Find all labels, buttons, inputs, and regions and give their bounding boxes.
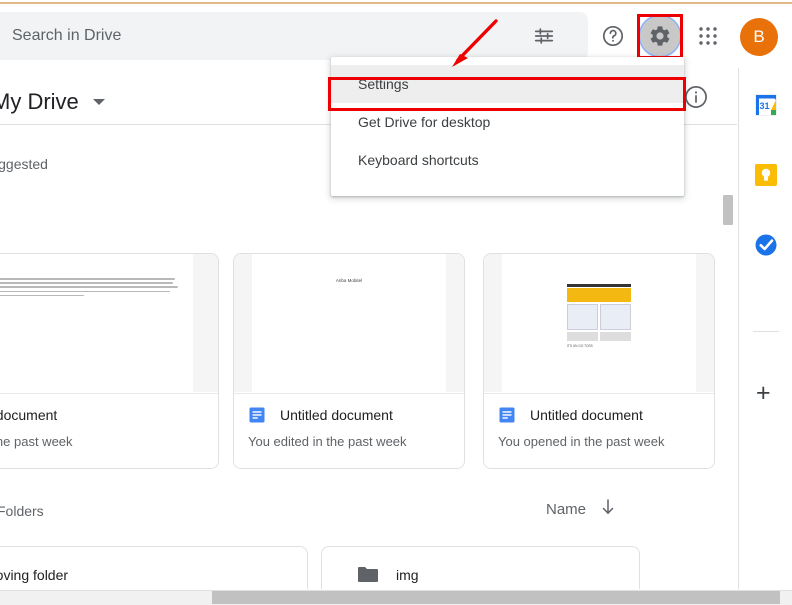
- menu-item-settings[interactable]: Settings: [331, 65, 684, 103]
- file-card[interactable]: ITS UN GO TOSS Untitled document You ope…: [483, 253, 715, 469]
- file-thumbnail: What is Lorem Ipsum?: [0, 254, 218, 392]
- file-subtitle: You edited in the past week: [0, 434, 73, 449]
- file-title: Untitled document: [530, 407, 643, 423]
- thumbnail-heading: Ariba Mobitel: [335, 278, 363, 283]
- folder-card[interactable]: moving folder: [0, 546, 308, 589]
- google-tasks-icon[interactable]: [754, 233, 778, 257]
- side-panel: 31 +: [738, 68, 792, 589]
- suggested-section-label: Suggested: [0, 156, 48, 172]
- sort-control[interactable]: Name: [546, 498, 616, 521]
- drive-page: B My Drive Suggested What is Lorem Ipsum…: [0, 0, 792, 605]
- file-subtitle: You edited in the past week: [248, 434, 407, 449]
- folder-icon: [358, 567, 378, 582]
- add-shortcut-button[interactable]: +: [756, 381, 771, 406]
- menu-item-get-drive-for-desktop[interactable]: Get Drive for desktop: [331, 103, 684, 141]
- info-icon[interactable]: [683, 84, 709, 110]
- menu-item-keyboard-shortcuts[interactable]: Keyboard shortcuts: [331, 141, 684, 179]
- avatar-letter: B: [753, 27, 765, 46]
- search-options-icon[interactable]: [530, 22, 558, 50]
- file-meta: sharing document You edited in the past …: [0, 393, 218, 468]
- arrow-down-icon: [600, 498, 616, 521]
- google-docs-icon: [249, 407, 265, 423]
- vertical-scrollbar-thumb[interactable]: [723, 195, 733, 225]
- file-title: Untitled document: [280, 407, 393, 423]
- svg-text:31: 31: [759, 101, 769, 111]
- thumbnail-heading: What is Lorem Ipsum?: [0, 268, 183, 274]
- google-keep-icon[interactable]: [754, 163, 778, 187]
- chevron-down-icon[interactable]: [92, 99, 105, 105]
- vertical-scrollbar-track[interactable]: [722, 180, 735, 589]
- file-thumbnail: Ariba Mobitel: [234, 254, 464, 392]
- help-icon[interactable]: [593, 16, 633, 56]
- file-meta: Untitled document You opened in the past…: [484, 393, 714, 468]
- folders-section-label: Folders: [0, 503, 44, 519]
- settings-menu: Settings Get Drive for desktop Keyboard …: [331, 57, 684, 196]
- folder-name: img: [396, 566, 419, 583]
- file-title: sharing document: [0, 407, 58, 423]
- avatar[interactable]: B: [740, 18, 778, 56]
- webpage-preview: ITS UN GO TOSS: [567, 284, 631, 348]
- search-bar[interactable]: [0, 12, 588, 60]
- sort-label: Name: [546, 501, 587, 518]
- folder-card[interactable]: img: [321, 546, 640, 589]
- file-thumbnail: ITS UN GO TOSS: [484, 254, 714, 392]
- thumbnail-caption: ITS UN GO TOSS: [567, 344, 593, 348]
- page-title[interactable]: My Drive: [0, 89, 79, 115]
- horizontal-scrollbar-thumb[interactable]: [212, 591, 780, 604]
- apps-grid-icon[interactable]: [688, 16, 728, 56]
- folder-name: moving folder: [0, 566, 69, 583]
- settings-gear-button[interactable]: [640, 16, 680, 56]
- file-subtitle: You opened in the past week: [498, 434, 665, 449]
- rail-divider: [753, 331, 779, 332]
- google-calendar-icon[interactable]: 31: [754, 93, 778, 117]
- file-meta: Untitled document You edited in the past…: [234, 393, 464, 468]
- file-card[interactable]: What is Lorem Ipsum? sharing: [0, 253, 219, 469]
- google-docs-icon: [499, 407, 515, 423]
- file-card[interactable]: Ariba Mobitel Untitled document You edit…: [233, 253, 465, 469]
- search-input[interactable]: [2, 27, 588, 45]
